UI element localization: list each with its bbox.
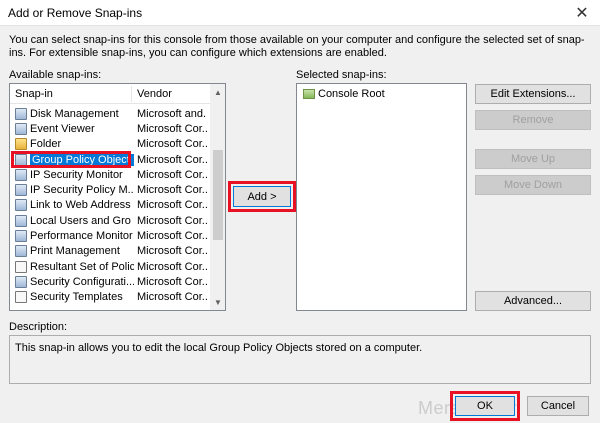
close-icon[interactable]: ✕: [568, 2, 596, 24]
ip-security-policy-icon: [15, 184, 27, 197]
list-scrollbar[interactable]: ▲ ▼: [210, 84, 225, 310]
table-row[interactable]: Resultant Set of Policy Microsoft Cor...: [10, 259, 210, 274]
snapin-vendor: Microsoft Cor...: [137, 260, 207, 273]
snapin-rows: Disk Management Microsoft and... Event Vie…: [10, 106, 210, 305]
table-row[interactable]: IP Security Policy M... Microsoft Cor...: [10, 182, 210, 197]
add-button[interactable]: Add >: [233, 186, 291, 207]
security-config-icon: [15, 275, 27, 288]
snapin-name: Security Configurati...: [30, 275, 134, 288]
description-text: This snap-in allows you to edit the loca…: [15, 342, 423, 354]
column-separator[interactable]: [131, 86, 132, 102]
remove-button[interactable]: Remove: [475, 110, 591, 130]
snapin-name: IP Security Policy M...: [30, 184, 134, 197]
snapin-vendor: Microsoft Cor...: [137, 214, 207, 227]
snapin-vendor: Microsoft Cor...: [137, 199, 207, 212]
snapin-name: IP Security Monitor: [30, 168, 123, 181]
snapin-name: Event Viewer: [30, 122, 95, 135]
table-row[interactable]: Disk Management Microsoft and...: [10, 106, 210, 121]
selected-item-console-root[interactable]: Console Root: [303, 88, 385, 100]
snapin-name: Local Users and Gro: [30, 214, 131, 227]
snapin-vendor: Microsoft Cor...: [137, 230, 207, 243]
list-header: Snap-in Vendor: [10, 84, 210, 104]
folder-icon: [15, 138, 27, 151]
cancel-button[interactable]: Cancel: [527, 396, 589, 416]
snapin-vendor: Microsoft Cor...: [137, 138, 207, 151]
edit-extensions-button[interactable]: Edit Extensions...: [475, 84, 591, 104]
printer-icon: [15, 245, 27, 258]
snapin-vendor: Microsoft Cor...: [137, 275, 207, 288]
snapin-name: Link to Web Address: [30, 199, 131, 212]
snapin-vendor: Microsoft Cor...: [137, 291, 207, 304]
snapin-name: Security Templates: [30, 291, 123, 304]
available-snapins-label: Available snap-ins:: [9, 69, 102, 81]
snapin-name: Performance Monitor: [30, 230, 133, 243]
advanced-button[interactable]: Advanced...: [475, 291, 591, 311]
description-box: This snap-in allows you to edit the loca…: [9, 335, 591, 384]
disk-icon: [15, 107, 27, 120]
table-row[interactable]: Security Templates Microsoft Cor...: [10, 290, 210, 305]
selected-snapins-list[interactable]: Console Root: [296, 83, 467, 311]
event-viewer-icon: [15, 122, 27, 135]
snapin-vendor: Microsoft Cor...: [137, 245, 207, 258]
table-row[interactable]: Print Management Microsoft Cor...: [10, 244, 210, 259]
policy-icon: [15, 260, 27, 273]
snapin-name: Resultant Set of Policy: [30, 260, 134, 273]
ip-security-icon: [15, 168, 27, 181]
snapin-name: Group Policy Object ...: [30, 153, 134, 166]
window-title: Add or Remove Snap-ins: [8, 6, 143, 20]
scroll-up-icon[interactable]: ▲: [210, 84, 225, 100]
table-row[interactable]: IP Security Monitor Microsoft Cor...: [10, 167, 210, 182]
move-down-button[interactable]: Move Down: [475, 175, 591, 195]
users-icon: [15, 214, 27, 227]
performance-icon: [15, 230, 27, 243]
security-templates-icon: [15, 291, 27, 304]
snapin-vendor: Microsoft Cor...: [137, 122, 207, 135]
snapin-name: Print Management: [30, 245, 120, 258]
table-row[interactable]: Local Users and Gro Microsoft Cor...: [10, 213, 210, 228]
group-policy-icon: [15, 153, 27, 166]
column-header-snapin[interactable]: Snap-in: [15, 88, 53, 100]
ok-button[interactable]: OK: [455, 396, 515, 416]
table-row[interactable]: Link to Web Address Microsoft Cor...: [10, 198, 210, 213]
table-row[interactable]: Folder Microsoft Cor...: [10, 137, 210, 152]
console-root-icon: [303, 89, 315, 99]
snapin-name: Disk Management: [30, 107, 119, 120]
table-row[interactable]: Performance Monitor Microsoft Cor...: [10, 228, 210, 243]
column-header-vendor[interactable]: Vendor: [137, 88, 172, 100]
selected-snapins-label: Selected snap-ins:: [296, 69, 387, 81]
table-row[interactable]: Group Policy Object ... Microsoft Cor...: [10, 150, 210, 168]
table-row[interactable]: Security Configurati... Microsoft Cor...: [10, 274, 210, 289]
scroll-thumb[interactable]: [213, 150, 223, 240]
move-up-button[interactable]: Move Up: [475, 149, 591, 169]
snapin-name: Folder: [30, 138, 62, 151]
web-link-icon: [15, 199, 27, 212]
scroll-down-icon[interactable]: ▼: [210, 294, 225, 310]
snapin-vendor: Microsoft and...: [137, 107, 207, 120]
available-snapins-list[interactable]: Snap-in Vendor Disk Management Microsoft …: [9, 83, 226, 311]
table-row[interactable]: Event Viewer Microsoft Cor...: [10, 121, 210, 136]
snapin-vendor: Microsoft Cor...: [137, 184, 207, 197]
description-label: Description:: [9, 321, 68, 333]
selected-item-label: Console Root: [318, 88, 385, 100]
title-bar: Add or Remove Snap-ins ✕: [0, 0, 600, 26]
snapin-vendor: Microsoft Cor...: [137, 153, 207, 166]
intro-text: You can select snap-ins for this console…: [9, 34, 585, 59]
snapin-vendor: Microsoft Cor...: [137, 168, 207, 181]
